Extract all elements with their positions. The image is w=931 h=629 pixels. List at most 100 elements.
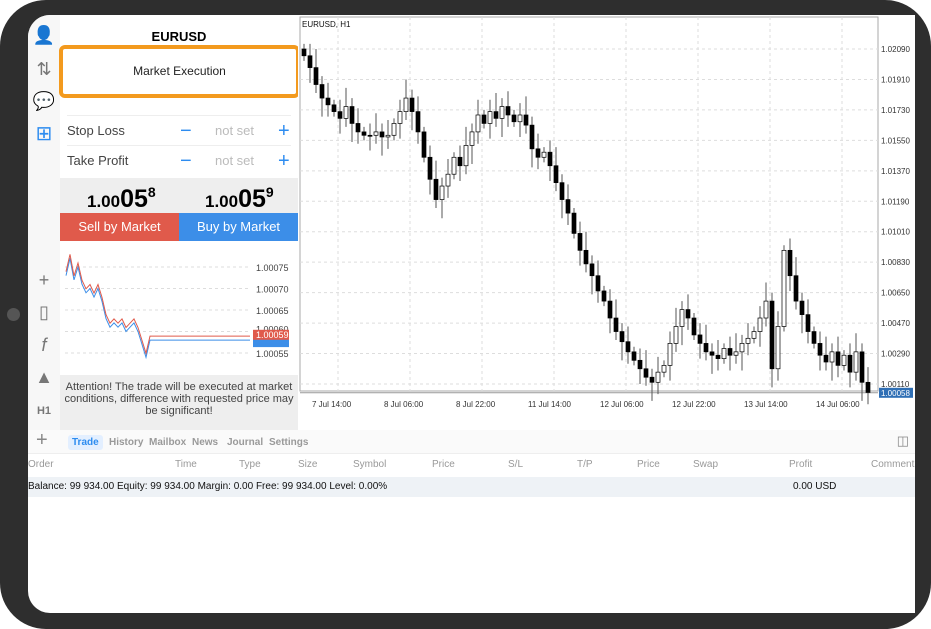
candle xyxy=(355,123,361,133)
x-tick-label: 8 Jul 22:00 xyxy=(456,400,496,409)
candle xyxy=(751,331,757,339)
candle xyxy=(547,151,553,167)
ask-line xyxy=(65,254,250,356)
candle xyxy=(835,351,841,366)
candle xyxy=(853,351,859,373)
candle xyxy=(649,376,655,383)
candle xyxy=(397,111,403,124)
timeframe-icon[interactable]: H1 xyxy=(32,399,56,423)
candle xyxy=(577,233,583,251)
candle xyxy=(625,341,631,353)
column-header: Time xyxy=(175,459,197,470)
candle xyxy=(745,337,751,344)
candle xyxy=(739,343,745,353)
tab-journal[interactable]: Journal xyxy=(223,435,267,450)
candle xyxy=(829,351,835,363)
layout-icon[interactable]: ◫ xyxy=(897,433,909,449)
candle xyxy=(781,249,787,327)
stop-loss-plus-button[interactable]: + xyxy=(278,116,290,146)
candle xyxy=(817,343,823,356)
candle xyxy=(505,106,511,116)
profit-total: 0.00 USD xyxy=(793,481,837,492)
sidebar: 👤 ⇅ 💬 ⊞ + ▯ f ▲ H1 xyxy=(28,15,60,430)
tab-trade[interactable]: Trade xyxy=(68,435,103,450)
candle xyxy=(427,156,433,180)
candle xyxy=(541,151,547,158)
take-profit-minus-button[interactable]: − xyxy=(180,146,192,176)
candle xyxy=(337,111,343,119)
objects-icon[interactable]: ▲ xyxy=(32,365,56,389)
candle xyxy=(565,199,571,214)
balance-summary: Balance: 99 934.00 Equity: 99 934.00 Mar… xyxy=(28,481,388,492)
take-profit-input[interactable]: not set xyxy=(215,146,254,176)
candle xyxy=(373,131,379,136)
candle xyxy=(733,351,739,356)
bottom-tabs: + Trade History Mailbox News Journal Settings… xyxy=(28,429,915,454)
function-icon[interactable]: f xyxy=(32,333,56,357)
candle xyxy=(367,134,373,137)
y-tick-label: 1.00070 xyxy=(256,285,289,295)
column-header: S/L xyxy=(508,459,524,470)
stop-loss-input[interactable]: not set xyxy=(215,116,254,146)
candle xyxy=(511,114,517,123)
tab-news[interactable]: News xyxy=(188,435,222,450)
chat-icon[interactable]: 💬 xyxy=(32,89,56,113)
column-header: Order xyxy=(28,459,54,470)
candle xyxy=(529,124,535,150)
attention-message: Attention! The trade will be executed at… xyxy=(60,375,298,430)
candle xyxy=(847,354,853,373)
candle xyxy=(769,300,775,370)
candles-icon[interactable]: ▯ xyxy=(32,300,56,324)
tab-settings[interactable]: Settings xyxy=(265,435,312,450)
candle xyxy=(613,317,619,332)
trade-icon[interactable]: ⇅ xyxy=(32,57,56,81)
y-tick-label: 1.01550 xyxy=(881,136,910,145)
x-tick-label: 11 Jul 14:00 xyxy=(528,400,572,409)
symbol-title[interactable]: EURUSD xyxy=(60,29,298,44)
candle xyxy=(667,343,673,366)
take-profit-plus-button[interactable]: + xyxy=(278,146,290,176)
candle xyxy=(655,371,661,383)
candle xyxy=(685,309,691,319)
column-header: Comment xyxy=(871,459,915,470)
buy-by-market-button[interactable]: Buy by Market xyxy=(179,213,298,241)
crosshair-icon[interactable]: + xyxy=(32,268,56,292)
candle xyxy=(715,354,721,359)
y-tick-label: 1.01910 xyxy=(881,75,910,84)
candle xyxy=(703,343,709,353)
add-icon[interactable]: + xyxy=(36,429,48,452)
x-tick-label: 12 Jul 22:00 xyxy=(672,400,716,409)
candle xyxy=(535,148,541,158)
home-button[interactable] xyxy=(7,308,20,321)
new-order-icon[interactable]: ⊞ xyxy=(32,122,56,146)
candle xyxy=(607,300,613,319)
candle xyxy=(457,156,463,167)
column-header: Type xyxy=(239,459,261,470)
price-chart[interactable]: 1.02090 1.01910 1.01730 1.01550 1.01370 1.011… xyxy=(298,15,915,430)
x-tick-label: 13 Jul 14:00 xyxy=(744,400,788,409)
candle xyxy=(403,97,409,112)
sell-by-market-button[interactable]: Sell by Market xyxy=(60,213,179,241)
candle xyxy=(325,97,331,106)
stop-loss-minus-button[interactable]: − xyxy=(180,116,192,146)
current-price-label: 1.00058 xyxy=(881,389,910,398)
candle xyxy=(841,354,847,366)
candle xyxy=(307,55,313,68)
column-header: Price xyxy=(637,459,660,470)
chart-title: EURUSD, H1 xyxy=(302,20,351,29)
table-header: Order Time Type Size Symbol Price S/L T/P Price S… xyxy=(28,455,915,475)
candle xyxy=(757,317,763,332)
candle xyxy=(415,111,421,133)
x-tick-label: 12 Jul 06:00 xyxy=(600,400,644,409)
candle xyxy=(343,106,349,119)
candle xyxy=(439,185,445,200)
column-header: Size xyxy=(298,459,318,470)
candle xyxy=(571,212,577,234)
execution-type-dropdown[interactable]: Market Execution xyxy=(59,45,300,98)
x-tick-label: 8 Jul 06:00 xyxy=(384,400,424,409)
y-tick-label: 1.00075 xyxy=(256,263,289,273)
tab-mailbox[interactable]: Mailbox xyxy=(145,435,190,450)
candle xyxy=(319,84,325,99)
account-icon[interactable]: 👤 xyxy=(32,23,56,47)
tab-history[interactable]: History xyxy=(105,435,147,450)
